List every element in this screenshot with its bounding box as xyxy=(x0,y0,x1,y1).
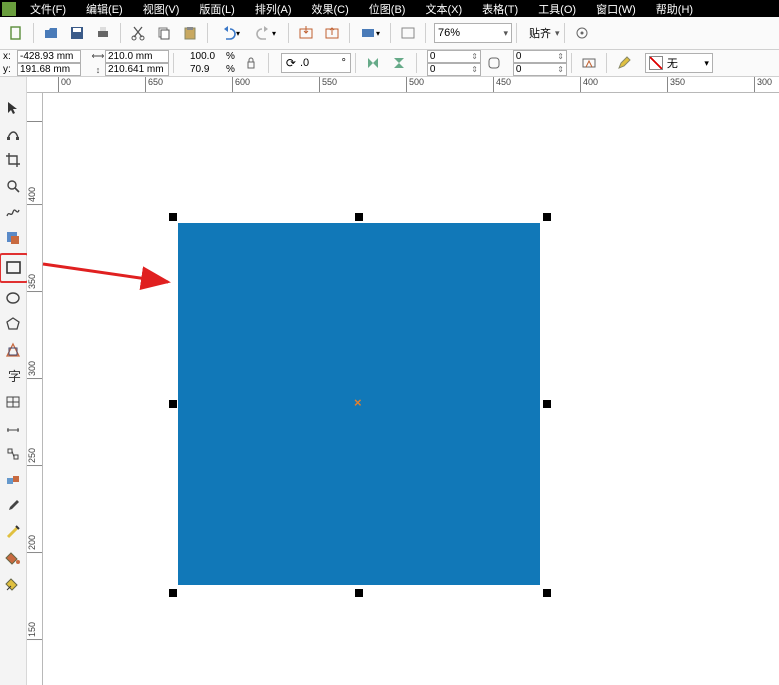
corner-tl-input[interactable]: 0 xyxy=(427,50,481,63)
handle-mr[interactable] xyxy=(543,400,551,408)
canvas[interactable]: × xyxy=(43,93,779,685)
corner-tr-input[interactable]: 0 xyxy=(513,50,567,63)
rotation-value: .0 xyxy=(300,57,309,69)
new-button[interactable] xyxy=(4,21,28,45)
scale-y-value: 70.9 xyxy=(188,64,224,75)
cut-button[interactable] xyxy=(126,21,150,45)
toolbox: 字 xyxy=(0,77,27,685)
save-button[interactable] xyxy=(65,21,89,45)
import-button[interactable] xyxy=(294,21,318,45)
corner-br-input[interactable]: 0 xyxy=(513,63,567,76)
freehand-tool[interactable] xyxy=(2,201,24,223)
outline-width-label: 无 xyxy=(667,55,678,71)
menu-effects[interactable]: 效果(C) xyxy=(302,1,359,17)
height-input[interactable] xyxy=(105,63,169,76)
x-input[interactable] xyxy=(17,50,81,63)
print-button[interactable] xyxy=(91,21,115,45)
rotation-input[interactable]: .0 xyxy=(281,53,351,73)
horizontal-ruler: 00650600550500450400350300 xyxy=(27,77,779,93)
menu-tools[interactable]: 工具(O) xyxy=(528,1,586,17)
handle-bl[interactable] xyxy=(169,589,177,597)
handle-ml[interactable] xyxy=(169,400,177,408)
outline-width-combo[interactable]: 无 xyxy=(645,53,713,73)
crop-tool[interactable] xyxy=(2,149,24,171)
polygon-tool[interactable] xyxy=(2,313,24,335)
menu-table[interactable]: 表格(T) xyxy=(472,1,528,17)
vertical-ruler: 400350300250200150 xyxy=(27,93,43,685)
menu-text[interactable]: 文本(X) xyxy=(415,1,472,17)
handle-br[interactable] xyxy=(543,589,551,597)
open-button[interactable] xyxy=(39,21,63,45)
ellipse-tool[interactable] xyxy=(2,287,24,309)
basic-shapes-tool[interactable] xyxy=(2,339,24,361)
app-launcher-button[interactable]: ▾ xyxy=(355,21,385,45)
menu-layout[interactable]: 版面(L) xyxy=(189,1,244,17)
shape-tool[interactable] xyxy=(2,123,24,145)
handle-tm[interactable] xyxy=(355,213,363,221)
menu-bitmaps[interactable]: 位图(B) xyxy=(359,1,416,17)
center-marker: × xyxy=(354,395,362,410)
undo-button[interactable]: ▾ xyxy=(213,21,247,45)
export-button[interactable] xyxy=(320,21,344,45)
dimension-tool[interactable] xyxy=(2,417,24,439)
y-label: y: xyxy=(3,64,17,75)
menu-view[interactable]: 视图(V) xyxy=(133,1,190,17)
outline-tool[interactable] xyxy=(2,521,24,543)
menu-help[interactable]: 帮助(H) xyxy=(646,1,703,17)
corner-bl-input[interactable]: 0 xyxy=(427,63,481,76)
menu-file[interactable]: 文件(F) xyxy=(20,1,76,17)
welcome-button[interactable] xyxy=(396,21,420,45)
svg-text:字: 字 xyxy=(8,369,21,384)
mirror-v-button[interactable] xyxy=(387,51,411,75)
standard-toolbar: ▾ ▾ ▾ 76% 贴齐 xyxy=(0,17,779,50)
property-bar: x: y: ⟷ ↕ 100.0% 70.9% .0 0 0 0 0 无 xyxy=(0,50,779,77)
blend-tool[interactable] xyxy=(2,469,24,491)
zoom-combo[interactable]: 76% xyxy=(434,23,512,43)
snap-combo[interactable]: 贴齐 xyxy=(529,25,560,41)
redo-button[interactable]: ▾ xyxy=(249,21,283,45)
to-curves-button[interactable] xyxy=(577,51,601,75)
menu-arrange[interactable]: 排列(A) xyxy=(245,1,302,17)
menu-bar: 文件(F) 编辑(E) 视图(V) 版面(L) 排列(A) 效果(C) 位图(B… xyxy=(0,0,779,17)
snap-label: 贴齐 xyxy=(529,25,551,41)
menu-edit[interactable]: 编辑(E) xyxy=(76,1,133,17)
interactive-fill-tool[interactable] xyxy=(2,573,24,595)
menu-window[interactable]: 窗口(W) xyxy=(586,1,646,17)
corner-type-button[interactable] xyxy=(482,51,506,75)
table-tool[interactable] xyxy=(2,391,24,413)
outline-pen-icon[interactable] xyxy=(612,51,636,75)
lock-ratio-button[interactable] xyxy=(239,51,263,75)
mirror-h-button[interactable] xyxy=(361,51,385,75)
eyedropper-tool[interactable] xyxy=(2,495,24,517)
handle-bm[interactable] xyxy=(355,589,363,597)
options-button[interactable] xyxy=(570,21,594,45)
no-outline-swatch xyxy=(649,56,663,70)
y-input[interactable] xyxy=(17,63,81,76)
x-label: x: xyxy=(3,51,17,62)
text-tool[interactable]: 字 xyxy=(2,365,24,387)
connector-tool[interactable] xyxy=(2,443,24,465)
smart-fill-tool[interactable] xyxy=(2,227,24,249)
zoom-tool[interactable] xyxy=(2,175,24,197)
paste-button[interactable] xyxy=(178,21,202,45)
copy-button[interactable] xyxy=(152,21,176,45)
width-input[interactable] xyxy=(105,50,169,63)
pick-tool[interactable] xyxy=(2,97,24,119)
app-icon xyxy=(2,2,16,16)
scale-x-value: 100.0 xyxy=(188,51,224,62)
zoom-value: 76% xyxy=(438,27,460,39)
fill-tool[interactable] xyxy=(2,547,24,569)
width-icon: ⟷ xyxy=(91,51,105,62)
rectangle-tool[interactable] xyxy=(0,253,29,283)
height-icon: ↕ xyxy=(91,65,105,75)
handle-tl[interactable] xyxy=(169,213,177,221)
handle-tr[interactable] xyxy=(543,213,551,221)
